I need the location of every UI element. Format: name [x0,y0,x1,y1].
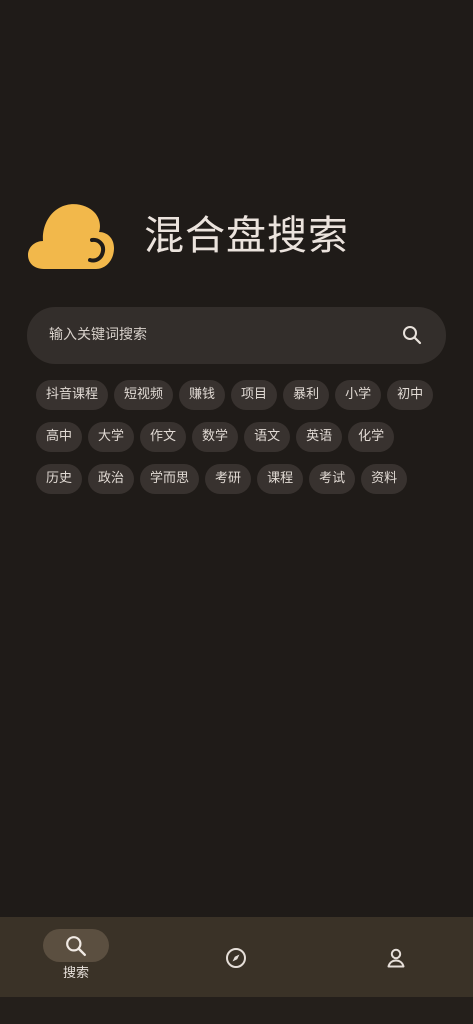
nav-item-discover[interactable] [187,917,287,997]
compass-icon [226,948,246,968]
tag-chip[interactable]: 历史 [36,464,83,494]
tag-chip[interactable]: 赚钱 [179,380,226,410]
tag-row: 历史 政治 学而思 考研 课程 考试 资料 [36,464,446,494]
tag-chip[interactable]: 短视频 [114,380,174,410]
app-title: 混合盘搜索 [144,213,349,259]
nav-item-profile[interactable] [347,917,447,997]
tag-chip[interactable]: 大学 [88,422,135,452]
tag-chip[interactable]: 初中 [387,380,434,410]
tag-chip[interactable]: 学而思 [140,464,200,494]
tag-row: 抖音课程 短视频 赚钱 项目 暴利 小学 初中 [36,380,446,410]
hero-header: 混合盘搜索 [26,196,446,278]
tag-row: 高中 大学 作文 数学 语文 英语 化学 [36,422,446,452]
tag-chip[interactable]: 英语 [296,422,343,452]
tag-chip[interactable]: 项目 [231,380,278,410]
tag-list: 抖音课程 短视频 赚钱 项目 暴利 小学 初中 高中 大学 作文 数学 语文 英… [36,380,446,506]
search-icon [66,936,87,957]
system-gesture-bar [0,997,473,1024]
tag-chip[interactable]: 数学 [192,422,239,452]
tag-chip[interactable]: 资料 [361,464,408,494]
tag-chip[interactable]: 政治 [88,464,135,494]
tag-chip[interactable]: 作文 [140,422,187,452]
nav-label-search: 搜索 [62,966,89,981]
tag-chip[interactable]: 高中 [36,422,83,452]
tag-chip[interactable]: 小学 [335,380,382,410]
search-input[interactable]: 输入关键词搜索 [49,307,147,364]
person-icon [387,948,405,968]
tag-chip[interactable]: 抖音课程 [36,380,109,410]
tag-chip[interactable]: 考研 [205,464,252,494]
tag-chip[interactable]: 课程 [257,464,304,494]
nav-item-search[interactable]: 搜索 [23,917,123,997]
bottom-navigation: 搜索 [0,917,473,997]
cloud-logo-icon [28,204,114,269]
tag-chip[interactable]: 考试 [309,464,356,494]
tag-chip[interactable]: 语文 [244,422,291,452]
search-bar[interactable]: 输入关键词搜索 [27,307,446,364]
tag-chip[interactable]: 暴利 [283,380,330,410]
tag-chip[interactable]: 化学 [348,422,395,452]
search-icon[interactable] [402,325,422,345]
